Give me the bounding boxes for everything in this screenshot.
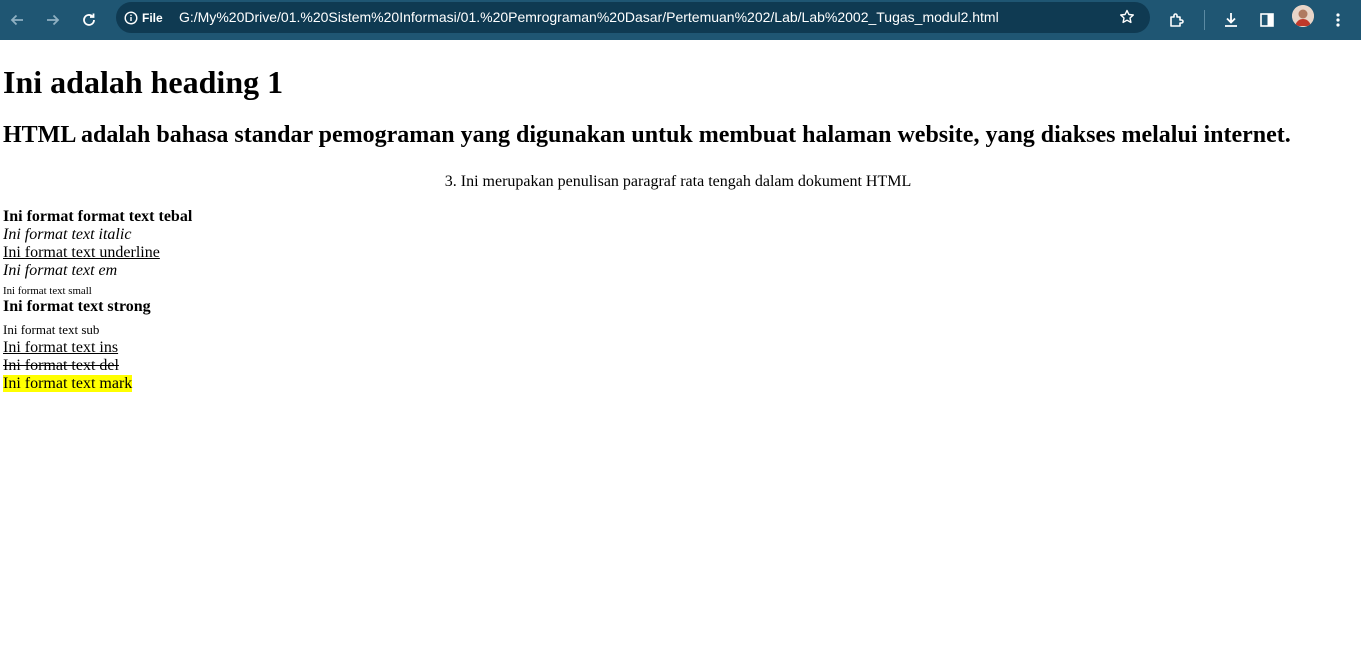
small-text: Ini format text small: [3, 285, 92, 297]
reload-icon: [83, 13, 95, 26]
ins-text: Ini format text ins: [3, 339, 119, 356]
side-panel-button[interactable]: [1251, 4, 1283, 36]
bold-text: Ini format format text tebal: [3, 208, 193, 225]
browser-toolbar: File G:/My%20Drive/01.%20Sistem%20Inform…: [0, 0, 1361, 40]
em-text: Ini format text em: [3, 262, 118, 279]
extensions-button[interactable]: [1161, 4, 1193, 36]
downloads-button[interactable]: [1215, 4, 1247, 36]
underline-text: Ini format text underline: [3, 244, 160, 261]
address-bar[interactable]: File G:/My%20Drive/01.%20Sistem%20Inform…: [116, 2, 1150, 33]
avatar[interactable]: [1292, 5, 1314, 27]
toolbar-divider: [1204, 10, 1205, 30]
site-info-label: File: [142, 11, 163, 25]
mark-text: Ini format text mark: [3, 375, 133, 392]
site-info-chip[interactable]: File: [124, 8, 163, 28]
italic-text: Ini format text italic: [3, 226, 132, 243]
page-content: Ini adalah heading 1 HTML adalah bahasa …: [0, 40, 1361, 671]
del-text: Ini format text del: [3, 357, 119, 374]
back-button[interactable]: [1, 4, 33, 36]
bookmark-button[interactable]: [1112, 2, 1142, 32]
info-icon: [124, 11, 138, 25]
reload-button[interactable]: [73, 4, 105, 36]
back-icon: [10, 14, 23, 26]
extensions-icon: [1170, 13, 1184, 27]
profile-picture-icon: [1292, 5, 1314, 27]
menu-icon: [1336, 13, 1340, 27]
download-icon: [1225, 13, 1237, 27]
menu-button[interactable]: [1322, 4, 1354, 36]
star-icon: [1120, 9, 1134, 24]
heading-1: Ini adalah heading 1: [3, 64, 284, 100]
sub-text: Ini format text sub: [3, 322, 100, 337]
centered-paragraph: 3. Ini merupakan penulisan paragraf rata…: [444, 173, 912, 190]
heading-2: HTML adalah bahasa standar pemograman ya…: [3, 122, 1291, 148]
forward-icon: [47, 14, 60, 26]
forward-button[interactable]: [37, 4, 69, 36]
strong-text: Ini format text strong: [3, 298, 151, 315]
side-panel-icon: [1260, 13, 1274, 27]
url-text[interactable]: G:/My%20Drive/01.%20Sistem%20Informasi/0…: [179, 9, 999, 25]
